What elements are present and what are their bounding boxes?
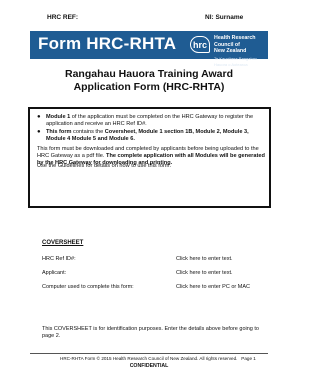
computer-used-field[interactable]: Click here to enter PC or MAC — [176, 284, 250, 290]
hrc-ref-id-label: HRC Ref ID#: — [42, 256, 76, 262]
surname-label: NI: Surname — [205, 14, 244, 21]
form-banner: Form HRC-RHTA hrc Health Research Counci… — [30, 31, 268, 67]
bullet-icon: ● — [37, 114, 41, 120]
footer-page-number: Page 1 — [241, 356, 256, 361]
applicant-label: Applicant: — [42, 270, 67, 276]
computer-used-label: Computer used to complete this form: — [42, 284, 134, 290]
logo-tagline: Te Kaunihera Rangahau Hauora o Aotearoa — [214, 55, 258, 68]
page-title-line-1: Rangahau Hauora Training Award — [64, 68, 234, 80]
coversheet-heading: COVERSHEET — [42, 240, 84, 246]
form-page: HRC REF: NI: Surname Form HRC-RHTA hrc H… — [0, 0, 298, 386]
guidelines-note: Use the Guidelines for details on how to… — [37, 163, 172, 169]
applicant-field[interactable]: Click here to enter text. — [176, 270, 233, 276]
footer-copyright-text: HRC-RHTA Form © 2015 Health Research Cou… — [60, 356, 238, 361]
instruction-2-mid: contains the — [71, 128, 105, 135]
hrc-logo-icon: hrc — [190, 36, 210, 53]
footer-divider — [30, 353, 268, 354]
instructions-box: ● Module 1 of the application must be co… — [28, 107, 271, 208]
instruction-1-text: of the application must be completed on … — [46, 114, 254, 127]
footer-confidential: CONFIDENTIAL — [129, 363, 169, 369]
bullet-icon: ● — [37, 128, 41, 135]
page-title: Rangahau Hauora Training Award Applicati… — [30, 68, 268, 94]
instructions-list: ● Module 1 of the application must be co… — [37, 114, 263, 144]
instruction-item: ● This form contains the Coversheet, Mod… — [37, 129, 263, 143]
instruction-item: ● Module 1 of the application must be co… — [37, 114, 263, 128]
footer-copyright: HRC-RHTA Form © 2015 Health Research Cou… — [60, 356, 256, 361]
page-title-line-2: Application Form (HRC-RHTA) — [73, 81, 225, 93]
coversheet-note: This COVERSHEET is for identification pu… — [42, 326, 259, 339]
instruction-2-bold-a: This form — [46, 128, 72, 135]
banner-title: Form HRC-RHTA — [38, 34, 177, 53]
hrc-ref-label: HRC REF: — [47, 14, 79, 21]
logo-line-3: New Zealand — [214, 48, 247, 54]
instruction-1-bold: Module 1 — [46, 114, 71, 120]
hrc-ref-id-field[interactable]: Click here to enter text. — [176, 256, 233, 262]
hrc-logo-text: Health Research Council of New Zealand T… — [214, 35, 268, 69]
